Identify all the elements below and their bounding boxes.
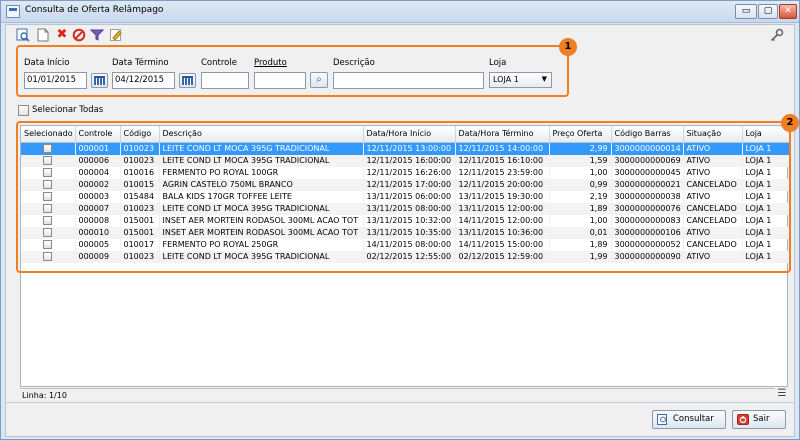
chevron-down-icon: ▼ — [541, 75, 547, 83]
loja-select[interactable]: LOJA 1 ▼ — [489, 72, 552, 88]
consultar-button[interactable]: Consultar — [652, 410, 726, 429]
data-inicio-calendar-button[interactable] — [91, 73, 108, 88]
select-all-label: Selecionar Todas — [32, 105, 104, 115]
new-document-icon[interactable] — [36, 28, 50, 42]
row-status: Linha: 1/10 — [20, 388, 775, 400]
sair-label: Sair — [753, 414, 770, 424]
form-client-area: ✖ 1 Data Início 01/01/2015 Data Término … — [5, 24, 799, 437]
consultar-label: Consultar — [673, 414, 714, 424]
exit-icon — [737, 414, 749, 425]
loja-select-value: LOJA 1 — [493, 75, 519, 84]
filter-icon[interactable] — [89, 28, 105, 42]
data-inicio-field[interactable]: 01/01/2015 — [24, 72, 87, 89]
window-title: Consulta de Oferta Relâmpago — [25, 5, 164, 15]
minimize-button[interactable]: ▭ — [735, 4, 757, 19]
key-icon[interactable] — [770, 28, 784, 45]
filter-panel-highlight — [16, 45, 569, 97]
descricao-field[interactable] — [333, 72, 484, 89]
preview-icon[interactable] — [16, 28, 30, 42]
cancel-icon[interactable] — [72, 28, 86, 42]
close-button[interactable]: ✕ — [779, 4, 797, 19]
search-icon — [657, 414, 669, 425]
sair-button[interactable]: Sair — [732, 410, 786, 429]
data-termino-field[interactable]: 04/12/2015 — [112, 72, 175, 89]
bottom-bar: Consultar Sair — [6, 402, 794, 436]
calendar-icon — [94, 76, 105, 85]
filters-callout-badge: 1 — [559, 38, 577, 56]
search-icon: ⌕ — [316, 74, 322, 85]
grid-callout-badge: 2 — [781, 114, 799, 132]
calendar-icon — [182, 76, 193, 85]
app-icon — [6, 5, 20, 18]
title-bar[interactable]: Consulta de Oferta Relâmpago ▭ ▢ ✕ — [1, 1, 799, 23]
maximize-button[interactable]: ▢ — [758, 4, 778, 19]
descricao-label: Descrição — [333, 58, 375, 68]
menu-icon[interactable]: ☰ — [776, 388, 788, 400]
select-all-checkbox[interactable] — [18, 105, 29, 116]
loja-label: Loja — [489, 58, 507, 68]
app-window: Consulta de Oferta Relâmpago ▭ ▢ ✕ ✖ 1 D… — [0, 0, 800, 440]
data-termino-label: Data Término — [112, 58, 169, 68]
controle-label: Controle — [201, 58, 237, 68]
produto-search-button[interactable]: ⌕ — [310, 72, 328, 88]
data-termino-calendar-button[interactable] — [179, 73, 196, 88]
produto-link-label[interactable]: Produto — [254, 58, 287, 68]
grid-highlight — [16, 121, 791, 273]
edit-icon[interactable] — [109, 28, 123, 42]
controle-field[interactable] — [201, 72, 249, 89]
produto-field[interactable] — [254, 72, 306, 89]
data-inicio-label: Data Início — [24, 58, 70, 68]
delete-x-icon[interactable]: ✖ — [55, 28, 69, 42]
